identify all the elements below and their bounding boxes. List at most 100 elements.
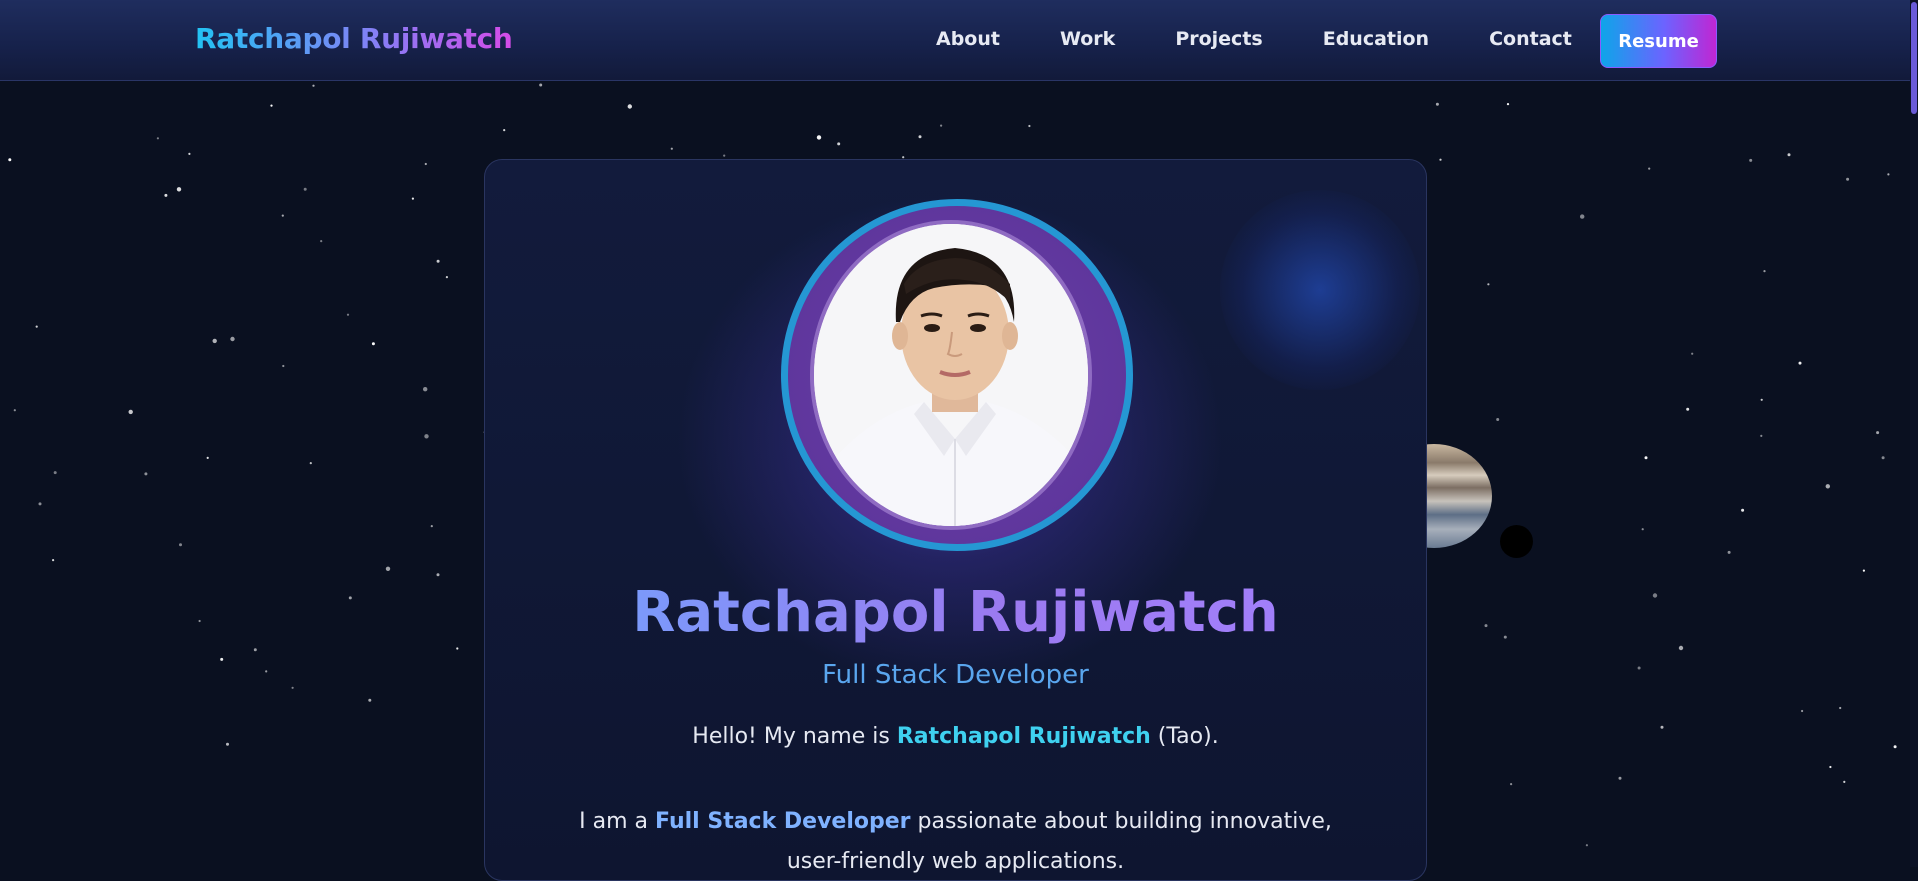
star: [445, 276, 448, 279]
star: [281, 214, 284, 217]
star: [1760, 398, 1763, 401]
nav-link-education[interactable]: Education: [1323, 28, 1429, 50]
star: [13, 409, 16, 412]
star: [430, 525, 433, 528]
star: [1727, 550, 1731, 554]
star: [164, 193, 168, 197]
star: [188, 152, 191, 155]
star: [348, 596, 352, 600]
star: [38, 502, 42, 506]
star: [627, 104, 632, 109]
star: [539, 83, 543, 87]
page-scrollbar-thumb[interactable]: [1911, 2, 1917, 114]
star: [1503, 635, 1507, 639]
avatar-ring: [781, 199, 1133, 551]
star: [1829, 765, 1832, 769]
moon-illustration: [1500, 525, 1533, 558]
star: [723, 154, 726, 157]
star: [368, 698, 372, 702]
page-scrollbar-track[interactable]: [1910, 0, 1918, 867]
star: [902, 156, 905, 159]
star: [1763, 270, 1766, 273]
star: [436, 259, 440, 263]
star: [1741, 508, 1745, 512]
brand-logo-text[interactable]: Ratchapol Rujiwatch: [195, 22, 513, 55]
star: [1862, 569, 1865, 572]
star: [940, 124, 943, 127]
star: [291, 686, 294, 689]
intro-name-highlight: Ratchapol Rujiwatch: [896, 724, 1151, 749]
star: [1585, 844, 1588, 847]
nav-link-work[interactable]: Work: [1060, 28, 1115, 50]
star: [265, 670, 268, 673]
star: [1691, 352, 1694, 355]
star: [1839, 706, 1842, 710]
avatar-portrait-illustration: [814, 224, 1088, 526]
star: [1801, 709, 1804, 713]
star: [1678, 645, 1684, 651]
star: [303, 187, 307, 191]
star: [1893, 745, 1897, 749]
star: [35, 325, 38, 328]
star: [270, 104, 273, 107]
star: [1887, 173, 1890, 176]
star: [1580, 214, 1585, 219]
star: [346, 313, 350, 316]
star: [456, 647, 459, 650]
star: [1028, 124, 1031, 128]
star: [1686, 407, 1690, 411]
star: [198, 619, 201, 623]
star: [220, 657, 224, 661]
star: [1439, 158, 1442, 161]
star: [230, 336, 235, 342]
star: [1798, 361, 1802, 365]
nav-links: About Work Projects Education Contact: [936, 28, 1632, 50]
star: [144, 472, 148, 476]
star: [253, 648, 257, 652]
top-navbar: Ratchapol Rujiwatch About Work Projects …: [0, 0, 1910, 81]
star: [1648, 167, 1651, 170]
hero-description: I am a Full Stack Developer passionate a…: [565, 802, 1346, 880]
star: [816, 135, 822, 140]
star: [320, 240, 323, 243]
nav-link-contact[interactable]: Contact: [1489, 28, 1572, 50]
star: [52, 559, 55, 562]
star: [423, 387, 428, 392]
star: [156, 137, 159, 140]
star: [411, 197, 414, 200]
star: [206, 456, 209, 459]
star: [176, 187, 182, 192]
nav-link-projects[interactable]: Projects: [1175, 28, 1262, 50]
intro-prefix: Hello! My name is: [692, 724, 897, 749]
resume-button[interactable]: Resume: [1600, 14, 1717, 68]
star: [371, 342, 375, 346]
star: [1760, 434, 1763, 437]
star: [128, 409, 133, 415]
star: [1435, 102, 1439, 106]
intro-suffix: (Tao).: [1150, 724, 1219, 749]
star: [424, 434, 429, 439]
star: [385, 566, 391, 571]
star: [212, 338, 217, 344]
star: [670, 147, 673, 150]
star: [1506, 103, 1510, 106]
star: [226, 742, 229, 746]
star: [1749, 158, 1753, 162]
star: [1487, 283, 1490, 286]
star: [1496, 418, 1500, 421]
avatar: [810, 220, 1092, 530]
star: [53, 471, 57, 475]
nav-link-about[interactable]: About: [936, 28, 1000, 50]
star: [436, 573, 440, 577]
hero-card: Ratchapol Rujiwatch Full Stack Developer…: [484, 159, 1427, 881]
star: [1652, 593, 1658, 598]
star: [1881, 456, 1885, 460]
star: [424, 162, 427, 166]
star: [503, 129, 506, 132]
star: [1825, 484, 1831, 489]
star: [1644, 456, 1648, 460]
star: [312, 84, 315, 87]
star: [1660, 725, 1664, 729]
star: [918, 135, 922, 139]
star: [8, 158, 12, 162]
